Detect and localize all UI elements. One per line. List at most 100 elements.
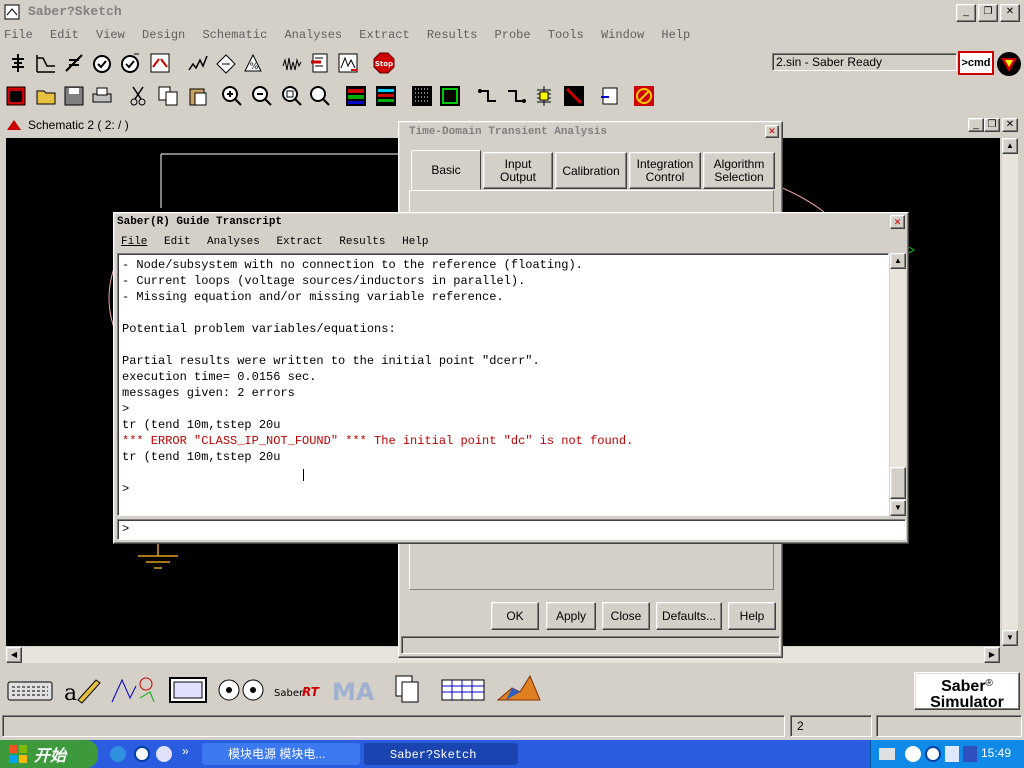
task-button-1[interactable]: 模块电源 模块电... — [202, 743, 360, 765]
menu-file[interactable]: File — [4, 28, 33, 42]
keyboard-tray-icon[interactable] — [879, 748, 895, 760]
defaults-button[interactable]: Defaults... — [656, 602, 722, 630]
transcript-scroll-up-button[interactable]: ▲ — [890, 253, 906, 269]
zoom-area-icon[interactable] — [306, 82, 334, 110]
paste-icon[interactable] — [184, 82, 212, 110]
grid-icon[interactable] — [408, 82, 436, 110]
vary-icon[interactable]: % — [240, 49, 268, 77]
schematic-vscrollbar[interactable]: ▲ ▼ — [1002, 138, 1018, 646]
zoom-fit-icon[interactable] — [278, 82, 306, 110]
draw-line-icon[interactable] — [560, 82, 588, 110]
transcript-menu-extract[interactable]: Extract — [276, 236, 322, 248]
netlist-icon[interactable] — [596, 82, 624, 110]
app-tray-icon[interactable] — [925, 746, 941, 762]
menu-tools[interactable]: Tools — [548, 28, 584, 42]
shield-tray-icon[interactable] — [945, 746, 959, 762]
start-button[interactable]: 开始 — [0, 740, 98, 768]
zoom-out-icon[interactable] — [248, 82, 276, 110]
noise-icon[interactable] — [278, 49, 306, 77]
stop-icon[interactable]: Stop — [370, 49, 398, 77]
quicklaunch-ie-icon[interactable] — [110, 746, 126, 762]
menu-results[interactable]: Results — [427, 28, 477, 42]
print-icon[interactable] — [88, 82, 116, 110]
scroll-down-button[interactable]: ▼ — [1002, 630, 1018, 646]
tab-basic[interactable]: Basic — [411, 150, 481, 190]
menu-view[interactable]: View — [96, 28, 125, 42]
transcript-output[interactable]: - Node/subsystem with no connection to t… — [117, 253, 889, 516]
transcript-menu-analyses[interactable]: Analyses — [207, 236, 260, 248]
transient-dialog-close-button[interactable]: ✕ — [765, 125, 779, 138]
new-icon[interactable] — [2, 82, 30, 110]
table-icon[interactable] — [440, 674, 486, 706]
parts-gallery-icon[interactable] — [4, 49, 32, 77]
no-symbol-icon[interactable] — [630, 82, 658, 110]
transcript-menu-file[interactable]: File — [121, 236, 147, 248]
menu-window[interactable]: Window — [601, 28, 644, 42]
menu-extract[interactable]: Extract — [359, 28, 409, 42]
saber-rt-icon[interactable]: Saber RT — [272, 674, 322, 706]
schematic-maximize-button[interactable]: ❐ — [984, 118, 1000, 132]
tab-algorithm-selection[interactable]: Algorithm Selection — [703, 152, 775, 189]
tab-input-output[interactable]: Input Output — [483, 152, 553, 189]
transient-icon[interactable] — [116, 49, 144, 77]
back-arrow-tray-icon[interactable] — [905, 746, 921, 762]
math-icon[interactable]: MA — [330, 672, 376, 708]
scroll-up-button[interactable]: ▲ — [1002, 138, 1018, 154]
documents-icon[interactable] — [392, 674, 424, 706]
copy-icon[interactable] — [154, 82, 182, 110]
zoom-in-icon[interactable] — [218, 82, 246, 110]
maximize-button[interactable]: ❐ — [978, 4, 998, 22]
schematic-close-button[interactable]: ✕ — [1002, 118, 1018, 132]
monte-carlo-icon[interactable] — [306, 49, 334, 77]
transcript-menu-results[interactable]: Results — [339, 236, 385, 248]
hazard-icon[interactable] — [216, 674, 266, 706]
quicklaunch-app-icon[interactable] — [134, 746, 150, 762]
save-icon[interactable] — [60, 82, 88, 110]
stopwatch-icon[interactable] — [88, 49, 116, 77]
cut-icon[interactable] — [124, 82, 152, 110]
menu-edit[interactable]: Edit — [50, 28, 79, 42]
sweep-icon[interactable] — [146, 49, 174, 77]
menu-help[interactable]: Help — [661, 28, 690, 42]
text-edit-icon[interactable]: a — [62, 674, 102, 706]
schematic-minimize-button[interactable]: _ — [968, 118, 984, 132]
transcript-scroll-thumb[interactable] — [890, 467, 906, 499]
cmd-button[interactable]: >cmd — [958, 51, 994, 75]
tab-calibration[interactable]: Calibration — [555, 152, 627, 189]
transcript-menu-help[interactable]: Help — [402, 236, 428, 248]
menu-schematic[interactable]: Schematic — [202, 28, 267, 42]
wire-icon[interactable] — [474, 82, 502, 110]
transcript-vscrollbar[interactable]: ▲ ▼ — [890, 253, 906, 516]
probe-icon[interactable] — [530, 82, 558, 110]
frame-icon[interactable] — [436, 82, 464, 110]
menu-probe[interactable]: Probe — [495, 28, 531, 42]
apply-button[interactable]: Apply — [546, 602, 596, 630]
scroll-left-button[interactable]: ◀ — [6, 647, 22, 663]
dc-analysis-icon[interactable] — [32, 49, 60, 77]
matlab-icon[interactable] — [494, 674, 544, 706]
scope-icon[interactable] — [168, 674, 208, 706]
network-tray-icon[interactable] — [963, 746, 977, 762]
close-button[interactable]: ✕ — [1000, 4, 1020, 22]
bus-icon[interactable] — [502, 82, 530, 110]
keyboard-icon[interactable] — [6, 674, 54, 706]
sensitivity-icon[interactable] — [334, 49, 362, 77]
operating-point-icon[interactable] — [60, 49, 88, 77]
quicklaunch-more-icon[interactable]: » — [182, 744, 189, 758]
ok-button[interactable]: OK — [491, 602, 539, 630]
transcript-close-button[interactable]: ✕ — [890, 215, 905, 229]
fourier-icon[interactable] — [184, 49, 212, 77]
scroll-right-button[interactable]: ▶ — [984, 647, 1000, 663]
help-button[interactable]: Help — [728, 602, 776, 630]
layers-icon[interactable] — [342, 82, 370, 110]
task-button-2[interactable]: Saber?Sketch — [364, 743, 518, 765]
command-input[interactable]: > — [117, 519, 906, 540]
color-bars-icon[interactable] — [372, 82, 400, 110]
tab-integration-control[interactable]: Integration Control — [629, 152, 701, 189]
open-folder-icon[interactable] — [32, 82, 60, 110]
menu-design[interactable]: Design — [142, 28, 185, 42]
stress-icon[interactable] — [212, 49, 240, 77]
transcript-menu-edit[interactable]: Edit — [164, 236, 190, 248]
transcript-scroll-down-button[interactable]: ▼ — [890, 500, 906, 516]
menu-analyses[interactable]: Analyses — [284, 28, 342, 42]
